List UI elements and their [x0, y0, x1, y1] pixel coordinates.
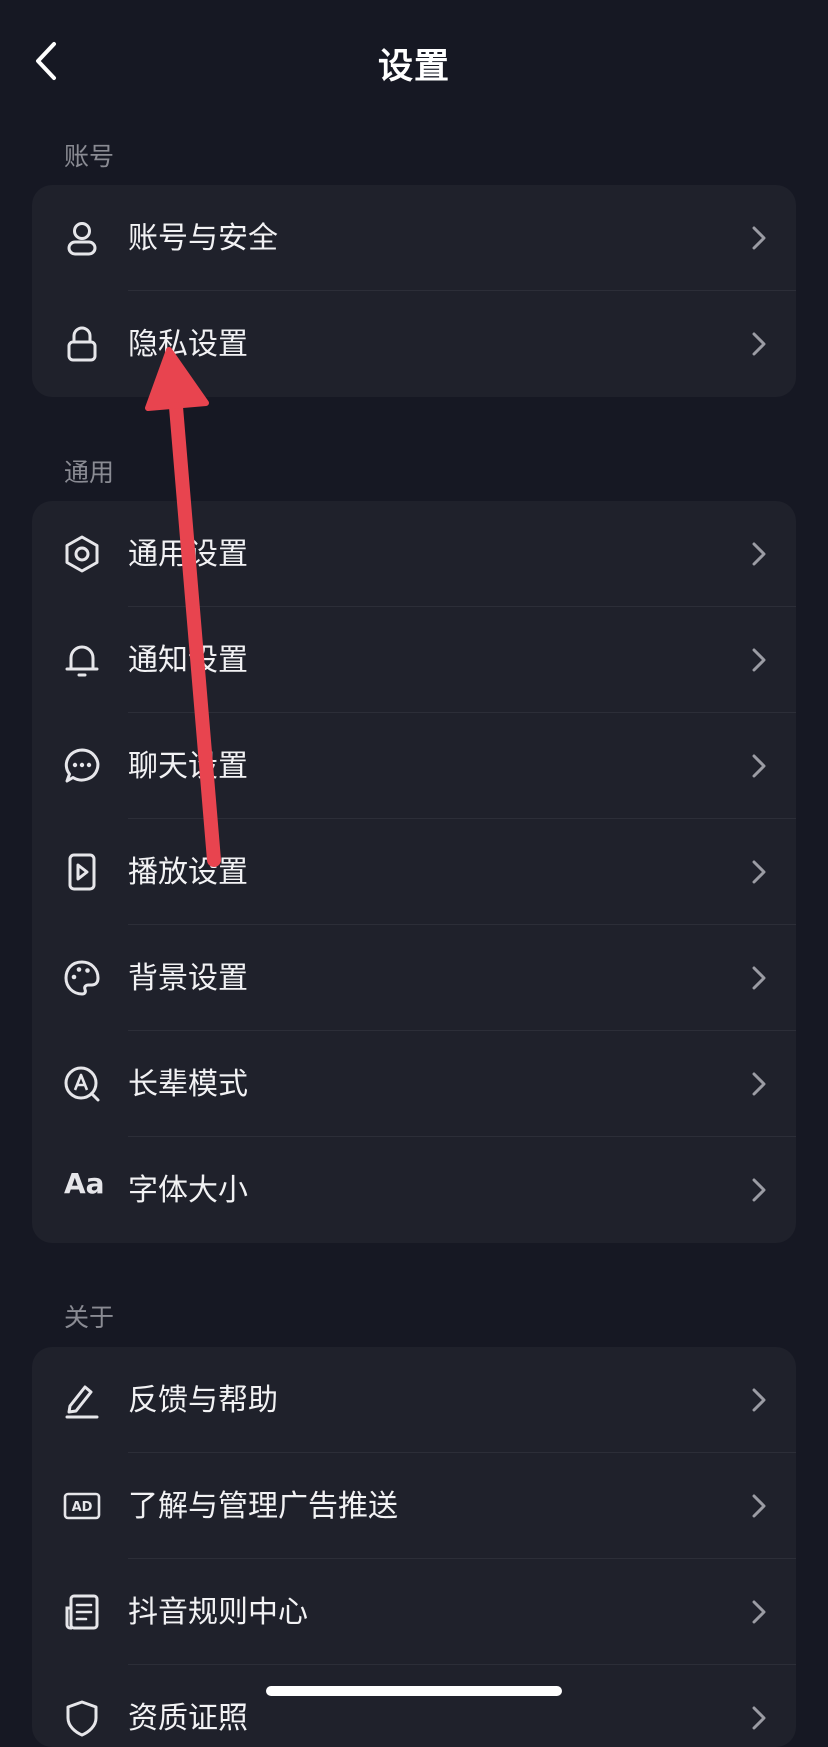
- row-rules-center[interactable]: 抖音规则中心: [32, 1559, 796, 1665]
- section-label-account: 账号: [64, 142, 115, 171]
- row-qualifications[interactable]: 资质证照: [32, 1665, 796, 1747]
- chevron-right-icon: [750, 1387, 768, 1413]
- font-size-icon: Aa: [64, 1167, 105, 1200]
- row-ad-management[interactable]: AD 了解与管理广告推送: [32, 1453, 796, 1559]
- elder-mode-icon: [62, 1064, 102, 1104]
- card-general: 通用设置 通知设置 聊天设置 播放设置 背景设置 长辈模式 Aa 字体大小: [32, 501, 796, 1243]
- chevron-right-icon: [750, 1493, 768, 1519]
- row-label: 聊天设置: [128, 749, 248, 784]
- row-general-settings[interactable]: 通用设置: [32, 501, 796, 607]
- row-playback-settings[interactable]: 播放设置: [32, 819, 796, 925]
- chat-bubble-icon: [62, 746, 102, 786]
- chevron-right-icon: [750, 1071, 768, 1097]
- row-label: 资质证照: [128, 1701, 248, 1736]
- row-chat-settings[interactable]: 聊天设置: [32, 713, 796, 819]
- row-background-settings[interactable]: 背景设置: [32, 925, 796, 1031]
- row-label: 通知设置: [128, 643, 248, 678]
- row-elder-mode[interactable]: 长辈模式: [32, 1031, 796, 1137]
- user-icon: [62, 218, 102, 258]
- row-privacy-settings[interactable]: 隐私设置: [32, 291, 796, 397]
- page-title: 设置: [377, 47, 450, 87]
- chevron-right-icon: [750, 647, 768, 673]
- chevron-right-icon: [750, 225, 768, 251]
- home-indicator[interactable]: [266, 1686, 562, 1696]
- row-label: 了解与管理广告推送: [128, 1489, 398, 1524]
- chevron-right-icon: [750, 753, 768, 779]
- section-label-general: 通用: [64, 458, 115, 487]
- chevron-right-icon: [750, 541, 768, 567]
- shield-icon: [62, 1698, 102, 1738]
- chevron-right-icon: [750, 1177, 768, 1203]
- ad-icon: AD: [62, 1486, 102, 1526]
- top-bar: 设置: [0, 0, 828, 120]
- lock-icon: [62, 324, 102, 364]
- card-account: 账号与安全 隐私设置: [32, 185, 796, 397]
- row-label: 抖音规则中心: [128, 1595, 308, 1630]
- chevron-right-icon: [750, 1705, 768, 1731]
- row-label: 账号与安全: [128, 221, 278, 256]
- document-icon: [62, 1592, 102, 1632]
- row-notification-settings[interactable]: 通知设置: [32, 607, 796, 713]
- ad-icon-text: AD: [72, 1500, 93, 1515]
- row-label: 通用设置: [128, 537, 248, 572]
- row-label: 字体大小: [128, 1173, 248, 1208]
- chevron-right-icon: [750, 1599, 768, 1625]
- row-label: 隐私设置: [128, 327, 248, 362]
- palette-icon: [62, 958, 102, 998]
- row-label: 长辈模式: [128, 1067, 248, 1102]
- bell-icon: [62, 640, 102, 680]
- chevron-right-icon: [750, 965, 768, 991]
- chevron-right-icon: [750, 331, 768, 357]
- row-font-size[interactable]: Aa 字体大小: [32, 1137, 796, 1243]
- section-label-about: 关于: [64, 1303, 115, 1332]
- row-label: 反馈与帮助: [128, 1383, 278, 1418]
- row-label: 播放设置: [128, 855, 248, 890]
- chevron-right-icon: [750, 859, 768, 885]
- row-feedback-help[interactable]: 反馈与帮助: [32, 1347, 796, 1453]
- gear-icon: [62, 534, 102, 574]
- play-icon: [62, 852, 102, 892]
- row-account-security[interactable]: 账号与安全: [32, 185, 796, 291]
- row-label: 背景设置: [128, 961, 248, 996]
- edit-pen-icon: [62, 1380, 102, 1420]
